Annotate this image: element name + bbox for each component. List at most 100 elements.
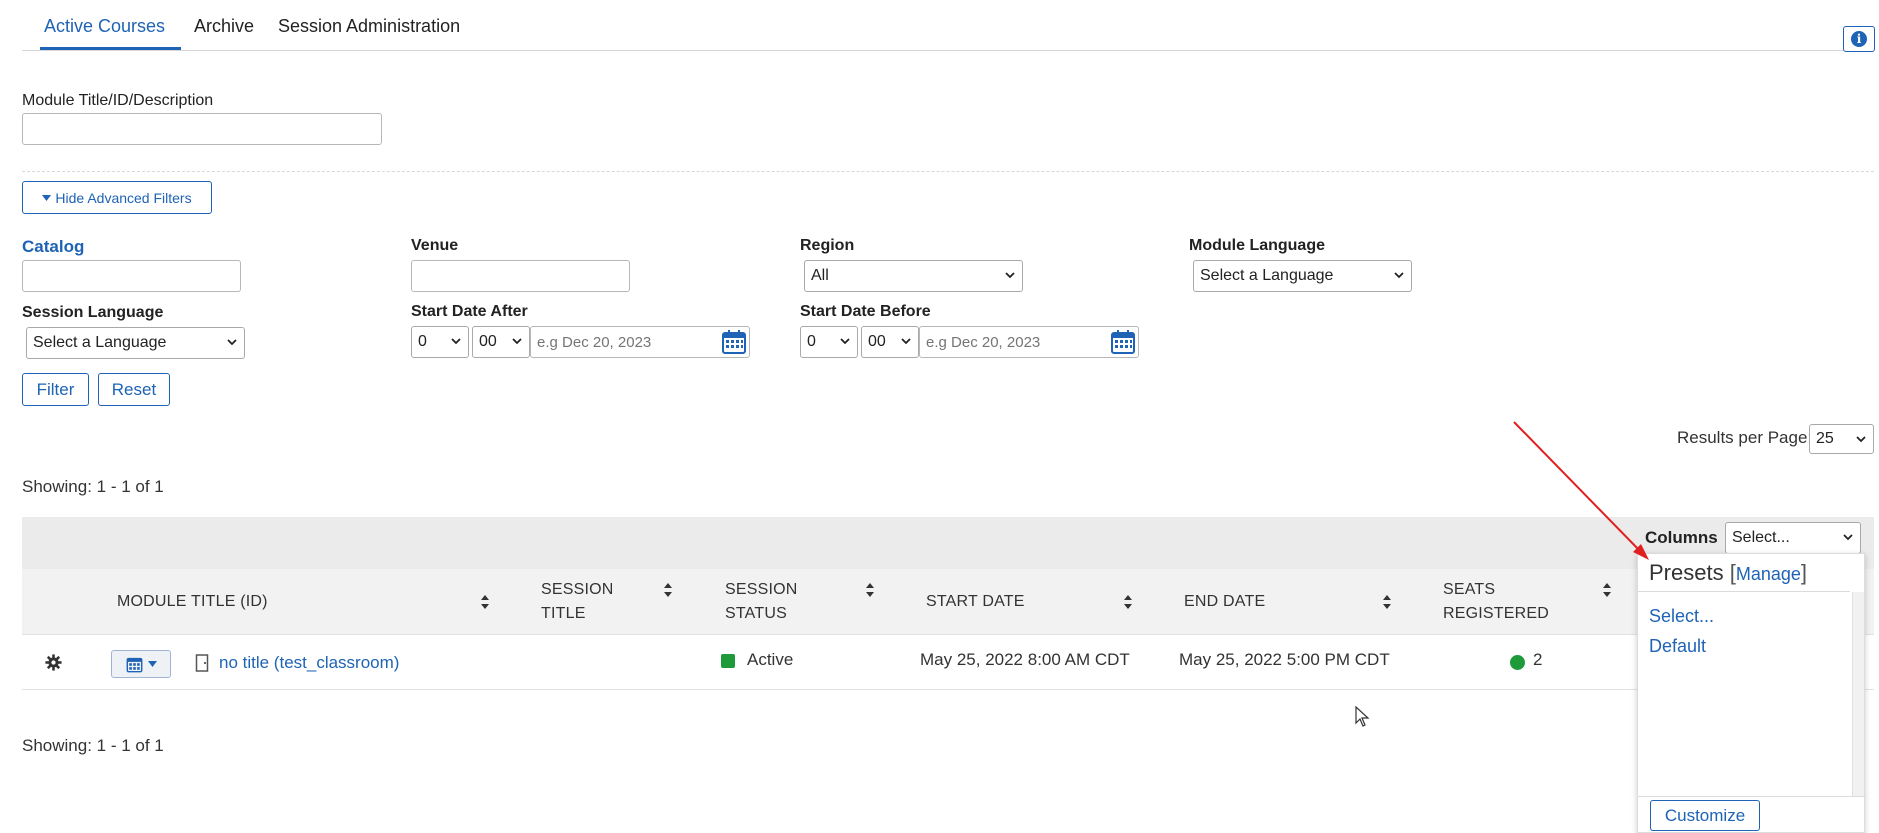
results-per-page-value: 25: [1816, 430, 1834, 447]
module-title-input[interactable]: [22, 113, 382, 145]
header-seats-line2: REGISTERED: [1443, 605, 1550, 622]
region-select[interactable]: All: [804, 260, 1023, 292]
session-status-value: Active: [747, 650, 794, 669]
caret-down-icon: [42, 194, 52, 201]
chevron-down-icon: [840, 338, 850, 345]
region-label: Region: [800, 237, 855, 254]
session-language-value: Select a Language: [33, 334, 167, 351]
hide-advanced-filters-button[interactable]: Hide Advanced Filters: [22, 181, 212, 214]
chevron-down-icon: [1843, 534, 1853, 541]
calendar-icon[interactable]: [721, 329, 747, 355]
header-seats-line1: SEATS: [1443, 581, 1496, 598]
chevron-down-icon: [1856, 436, 1866, 443]
header-session-status-line2: STATUS: [725, 605, 787, 622]
session-language-select[interactable]: Select a Language: [26, 327, 245, 359]
presets-bracket-close: ]: [1800, 560, 1808, 585]
header-seats-registered[interactable]: SEATS REGISTERED: [1443, 578, 1549, 626]
chevron-down-icon: [227, 339, 237, 346]
header-session-title[interactable]: SESSION TITLE: [541, 578, 614, 626]
tab-active-courses[interactable]: Active Courses: [44, 16, 165, 37]
start-date-value: May 25, 2022 8:00 AM CDT: [920, 650, 1130, 669]
session-language-label: Session Language: [22, 304, 164, 321]
calendar-icon[interactable]: [1110, 329, 1136, 355]
preset-item-select[interactable]: Select...: [1649, 606, 1714, 627]
door-icon: [195, 654, 209, 672]
showing-count-top: Showing: 1 - 1 of 1: [22, 477, 164, 496]
sort-icon[interactable]: [1602, 582, 1612, 598]
tab-session-administration[interactable]: Session Administration: [278, 16, 460, 37]
tab-archive[interactable]: Archive: [194, 16, 254, 37]
sort-icon[interactable]: [1382, 594, 1392, 610]
table-row: no title (test_classroom) Active May 25,…: [22, 635, 1874, 690]
region-value: All: [811, 267, 829, 284]
sort-icon[interactable]: [480, 594, 490, 610]
results-per-page-label: Results per Page:: [1677, 428, 1813, 447]
sort-icon[interactable]: [663, 582, 673, 598]
presets-scrollbar[interactable]: [1852, 592, 1864, 796]
module-language-select[interactable]: Select a Language: [1193, 260, 1412, 292]
seats-registered-value: 2: [1533, 650, 1543, 669]
reset-button[interactable]: Reset: [98, 373, 170, 406]
start-date-before-label: Start Date Before: [800, 303, 931, 320]
start-after-minute-select[interactable]: 00: [472, 326, 530, 358]
venue-label: Venue: [411, 237, 459, 254]
start-after-date-input[interactable]: [530, 326, 750, 358]
columns-select[interactable]: Select...: [1725, 522, 1861, 554]
start-after-hour-select[interactable]: 0: [411, 326, 469, 358]
showing-count-bottom: Showing: 1 - 1 of 1: [22, 736, 164, 755]
hide-advanced-filters-label: Hide Advanced Filters: [55, 189, 192, 206]
chevron-down-icon: [901, 338, 911, 345]
header-module-title[interactable]: MODULE TITLE (ID): [117, 590, 268, 614]
start-after-minute-value: 00: [479, 333, 497, 350]
customize-button[interactable]: Customize: [1650, 800, 1760, 831]
header-session-title-line2: TITLE: [541, 605, 586, 622]
presets-dropdown: Presets [Manage] Select... Default Custo…: [1637, 553, 1866, 833]
annotation-arrow-icon: [1513, 421, 1649, 560]
presets-footer-divider: [1638, 796, 1866, 797]
module-title-label: Module Title/ID/Description: [22, 92, 214, 109]
catalog-input[interactable]: [22, 260, 241, 292]
venue-input[interactable]: [411, 260, 630, 292]
presets-title: Presets: [1649, 560, 1724, 585]
start-before-date-input[interactable]: [919, 326, 1139, 358]
module-language-value: Select a Language: [1200, 267, 1334, 284]
columns-select-value: Select...: [1732, 529, 1790, 546]
start-date-after-label: Start Date After: [411, 303, 528, 320]
sort-icon[interactable]: [865, 582, 875, 598]
catalog-link[interactable]: Catalog: [22, 237, 84, 257]
sort-icon[interactable]: [1123, 594, 1133, 610]
results-per-page-select[interactable]: 25: [1809, 424, 1874, 454]
seats-status-dot-icon: [1510, 655, 1525, 670]
start-after-hour-value: 0: [418, 333, 427, 350]
tab-bar: Active Courses Archive Session Administr…: [22, 0, 1874, 51]
start-before-minute-select[interactable]: 00: [861, 326, 919, 358]
table-header: MODULE TITLE (ID) SESSION TITLE SESSION …: [22, 569, 1874, 635]
module-title-link[interactable]: no title (test_classroom): [219, 653, 399, 673]
header-session-title-line1: SESSION: [541, 581, 614, 598]
calendar-icon: [126, 657, 142, 672]
start-before-hour-select[interactable]: 0: [800, 326, 858, 358]
preset-item-default[interactable]: Default: [1649, 636, 1706, 657]
module-language-label: Module Language: [1189, 237, 1325, 254]
header-start-date[interactable]: START DATE: [926, 590, 1025, 614]
header-end-date[interactable]: END DATE: [1184, 590, 1265, 614]
status-active-icon: [721, 654, 735, 668]
info-icon: i: [1851, 31, 1867, 47]
presets-divider: [1638, 591, 1850, 592]
end-date-value: May 25, 2022 5:00 PM CDT: [1179, 650, 1390, 669]
info-button[interactable]: i: [1843, 26, 1875, 52]
filter-button[interactable]: Filter: [22, 373, 89, 406]
chevron-down-icon: [1394, 272, 1404, 279]
start-before-minute-value: 00: [868, 333, 886, 350]
presets-manage-link[interactable]: Manage: [1736, 564, 1801, 584]
presets-header: Presets [Manage]: [1649, 560, 1807, 586]
start-before-hour-value: 0: [807, 333, 816, 350]
header-session-status-line1: SESSION: [725, 581, 798, 598]
chevron-down-icon: [512, 338, 522, 345]
active-tab-indicator: [40, 47, 181, 50]
calendar-dropdown-button[interactable]: [111, 650, 171, 678]
chevron-down-icon: [1005, 272, 1015, 279]
gear-icon[interactable]: [45, 654, 62, 671]
header-session-status[interactable]: SESSION STATUS: [725, 578, 798, 626]
chevron-down-icon: [451, 338, 461, 345]
